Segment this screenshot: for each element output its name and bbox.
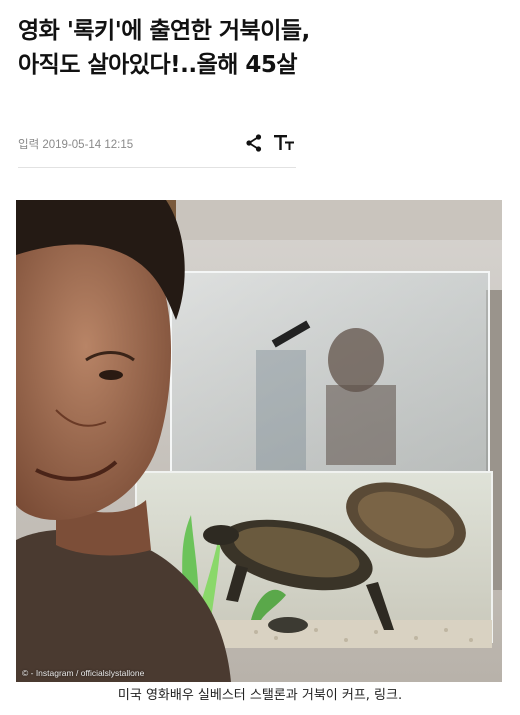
date-value: 2019-05-14 12:15 — [42, 139, 134, 151]
text-size-icon[interactable] — [273, 132, 297, 154]
article-headline: 영화 '록키'에 출연한 거북이들, 아직도 살아있다!..올해 45살 — [18, 18, 310, 78]
article-photo: © - Instagram / officialslystallone — [16, 200, 502, 682]
photo-credit: © - Instagram / officialslystallone — [22, 668, 145, 678]
photo-caption: 미국 영화배우 실베스터 스탤론과 거북이 커프, 링크. — [117, 688, 403, 703]
article-meta: 입력 2019-05-14 12:15 — [18, 132, 296, 156]
publish-date: 입력 2019-05-14 12:15 — [18, 136, 133, 152]
date-prefix: 입력 — [18, 139, 40, 151]
meta-divider — [18, 167, 296, 168]
share-icon[interactable] — [244, 133, 264, 153]
article-page: 영화 '록키'에 출연한 거북이들, 아직도 살아있다!..올해 45살 입력 … — [0, 0, 520, 715]
